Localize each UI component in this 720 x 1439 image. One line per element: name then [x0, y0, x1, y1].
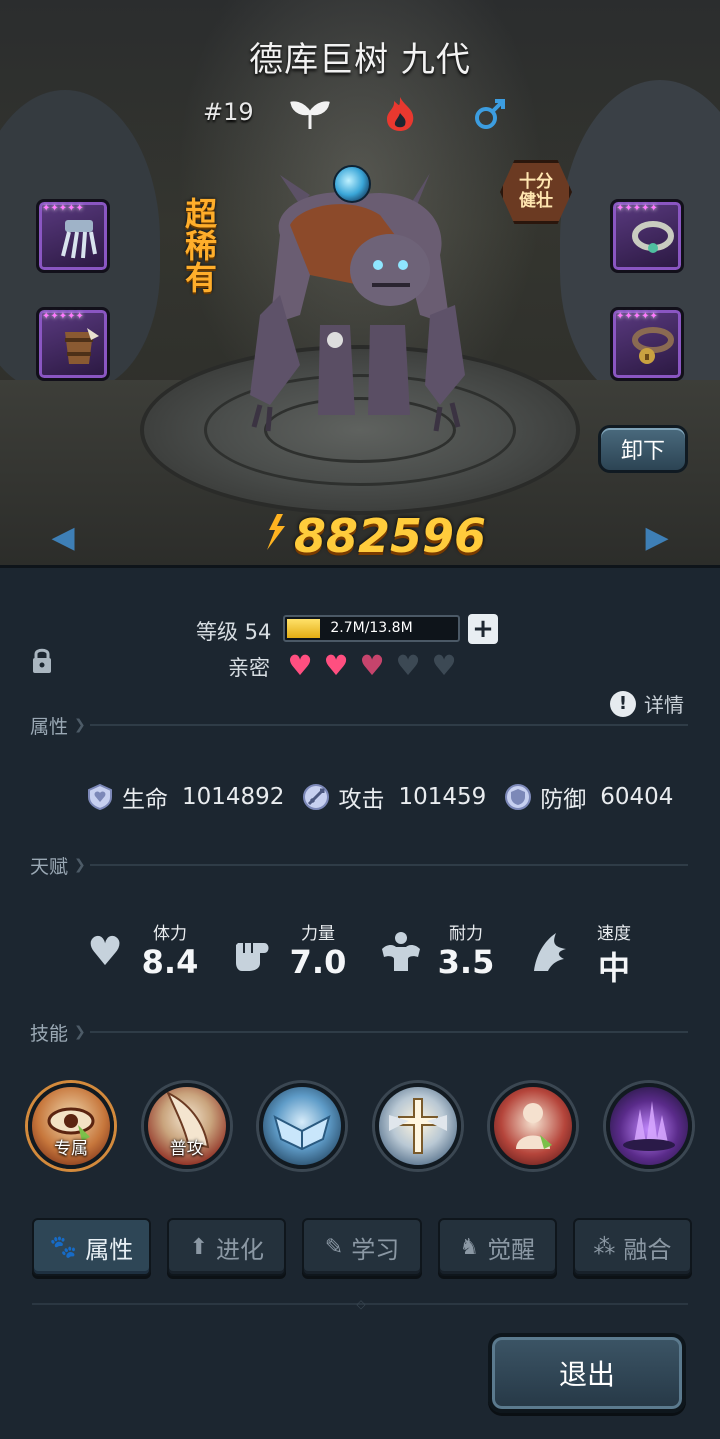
combat-power-value: 882596: [294, 509, 487, 563]
section-talent: 天赋 ❯: [30, 852, 688, 878]
next-hero-arrow-icon[interactable]: ▶: [644, 520, 670, 556]
previous-hero-arrow-icon[interactable]: ◀: [50, 520, 76, 556]
intimacy-heart-icon: ♥: [431, 649, 457, 682]
exit-button[interactable]: 退出: [488, 1333, 686, 1413]
section-attributes: 属性 ❯: [30, 712, 688, 738]
barrel-armor-icon: [65, 328, 99, 364]
claw-equipment-icon: [61, 220, 97, 259]
beast-icon: ♞: [459, 1234, 480, 1260]
chevron-right-icon: ❯: [74, 857, 86, 873]
talent-stamina: ♥ 体力 8.4: [78, 915, 226, 985]
trait-label: 十分健壮: [519, 172, 553, 211]
tab-awaken[interactable]: ♞ 觉醒: [437, 1218, 557, 1276]
rarity-label: 超稀有: [184, 195, 217, 297]
unequip-button[interactable]: 卸下: [598, 425, 688, 473]
tab-evolve[interactable]: ⬆ 进化: [167, 1218, 287, 1276]
normal-attack-skill-icon[interactable]: 普攻: [143, 1083, 230, 1169]
stats-row: 生命 1014892 攻击 101459 防御 60404: [86, 780, 673, 814]
tree-golem-monster: [250, 173, 465, 432]
heart-icon: ♥: [87, 929, 123, 975]
talents-row: ♥ 体力 8.4 力量 7.0 耐力 3.5 速度 中: [78, 915, 678, 987]
defense-shield-icon: [505, 784, 532, 810]
collar-equipment-icon: [632, 221, 674, 253]
bell-collar-icon: [632, 327, 674, 364]
equipment-slot-collar[interactable]: ✦✦✦✦✦: [610, 199, 684, 273]
intimacy-heart-icon: ♥: [359, 649, 385, 682]
talent-speed-value: 中: [597, 949, 630, 987]
hero-name: 德库巨树 九代: [249, 40, 471, 80]
skill-label: 专属: [54, 1139, 88, 1159]
merge-icon: ⁂: [593, 1234, 616, 1260]
paw-icon: 🐾: [49, 1234, 78, 1260]
wing-icon: [534, 933, 566, 971]
tab-attributes[interactable]: 🐾 属性: [32, 1218, 152, 1276]
chevron-right-icon: ❯: [74, 717, 86, 733]
divider: ◇: [32, 1297, 688, 1311]
equipment-slot-barrel[interactable]: ✦✦✦✦✦: [36, 307, 110, 381]
stat-attack: 攻击 101459: [302, 780, 486, 814]
arrow-up-icon: ⬆: [189, 1234, 209, 1260]
stat-attack-value: 101459: [398, 784, 487, 810]
hero-scene: 德库巨树 九代 #19 超稀有 ✦✦✦✦✦ ✦✦✦✦✦ ✦✦✦✦✦ ✦✦✦✦✦ …: [0, 0, 720, 565]
section-skills: 技能 ❯: [30, 1019, 688, 1045]
intimacy-label: 亲密: [228, 656, 270, 680]
stat-defense-value: 60404: [600, 784, 674, 810]
talent-endurance-value: 3.5: [437, 943, 495, 981]
level-label: 等级 54: [196, 620, 272, 644]
fire-element-icon[interactable]: [378, 92, 422, 136]
skill-label: 普攻: [169, 1139, 204, 1159]
intimacy-heart-icon: ♥: [287, 649, 313, 682]
talent-speed: 速度 中: [522, 915, 670, 987]
stat-hp-value: 1014892: [182, 784, 285, 810]
section-talent-title: 天赋: [30, 855, 69, 878]
hero-index: #19: [203, 98, 254, 126]
male-gender-icon: [468, 92, 512, 136]
equipment-slot-claw[interactable]: ✦✦✦✦✦: [36, 199, 110, 273]
section-skills-title: 技能: [30, 1022, 69, 1045]
attack-sword-icon: [303, 784, 330, 810]
ice-wings-skill-icon[interactable]: [259, 1083, 346, 1169]
figure-skill-icon[interactable]: [490, 1083, 577, 1169]
trait-badge[interactable]: 十分健壮: [500, 160, 572, 224]
xp-text: 2.7M/13.8M: [330, 620, 413, 636]
plant-element-icon[interactable]: [288, 92, 332, 136]
fist-icon: [236, 943, 269, 971]
tab-learn[interactable]: ✎ 学习: [302, 1218, 422, 1276]
exclusive-eye-skill-icon[interactable]: 专属: [28, 1083, 114, 1169]
bottom-tabs: 🐾 属性 ⬆ 进化 ✎ 学习 ♞ 觉醒 ⁂ 融合: [32, 1218, 693, 1276]
talent-strength-value: 7.0: [289, 943, 347, 981]
xp-progress-bar: 2.7M/13.8M: [283, 615, 460, 642]
holy-cross-skill-icon[interactable]: [374, 1083, 461, 1169]
equipment-slot-bell[interactable]: ✦✦✦✦✦: [610, 307, 684, 381]
book-icon: ✎: [324, 1234, 344, 1260]
chevron-right-icon: ❯: [74, 1024, 86, 1040]
talent-endurance: 耐力 3.5: [374, 915, 522, 985]
void-crystal-skill-icon[interactable]: [605, 1083, 692, 1169]
section-attributes-title: 属性: [30, 715, 69, 738]
power-fist-icon: [258, 512, 290, 560]
combat-power: 882596: [258, 508, 498, 564]
talent-strength: 力量 7.0: [226, 915, 374, 985]
level-up-plus-button[interactable]: +: [468, 614, 498, 644]
muscle-icon: [382, 932, 420, 971]
tab-merge[interactable]: ⁂ 融合: [572, 1218, 693, 1276]
intimacy-heart-icon: ♥: [323, 649, 349, 682]
intimacy-hearts: ♥ ♥ ♥ ♥ ♥: [284, 652, 460, 680]
lock-icon[interactable]: [31, 645, 53, 675]
talent-stamina-value: 8.4: [141, 943, 199, 981]
stat-defense: 防御 60404: [504, 780, 673, 814]
water-orb-icon: [333, 165, 371, 203]
skills-row: 专属 普攻: [28, 1083, 692, 1169]
stat-hp: 生命 1014892: [86, 780, 284, 814]
hp-shield-icon: [88, 783, 112, 811]
intimacy-heart-icon: ♥: [395, 649, 421, 682]
